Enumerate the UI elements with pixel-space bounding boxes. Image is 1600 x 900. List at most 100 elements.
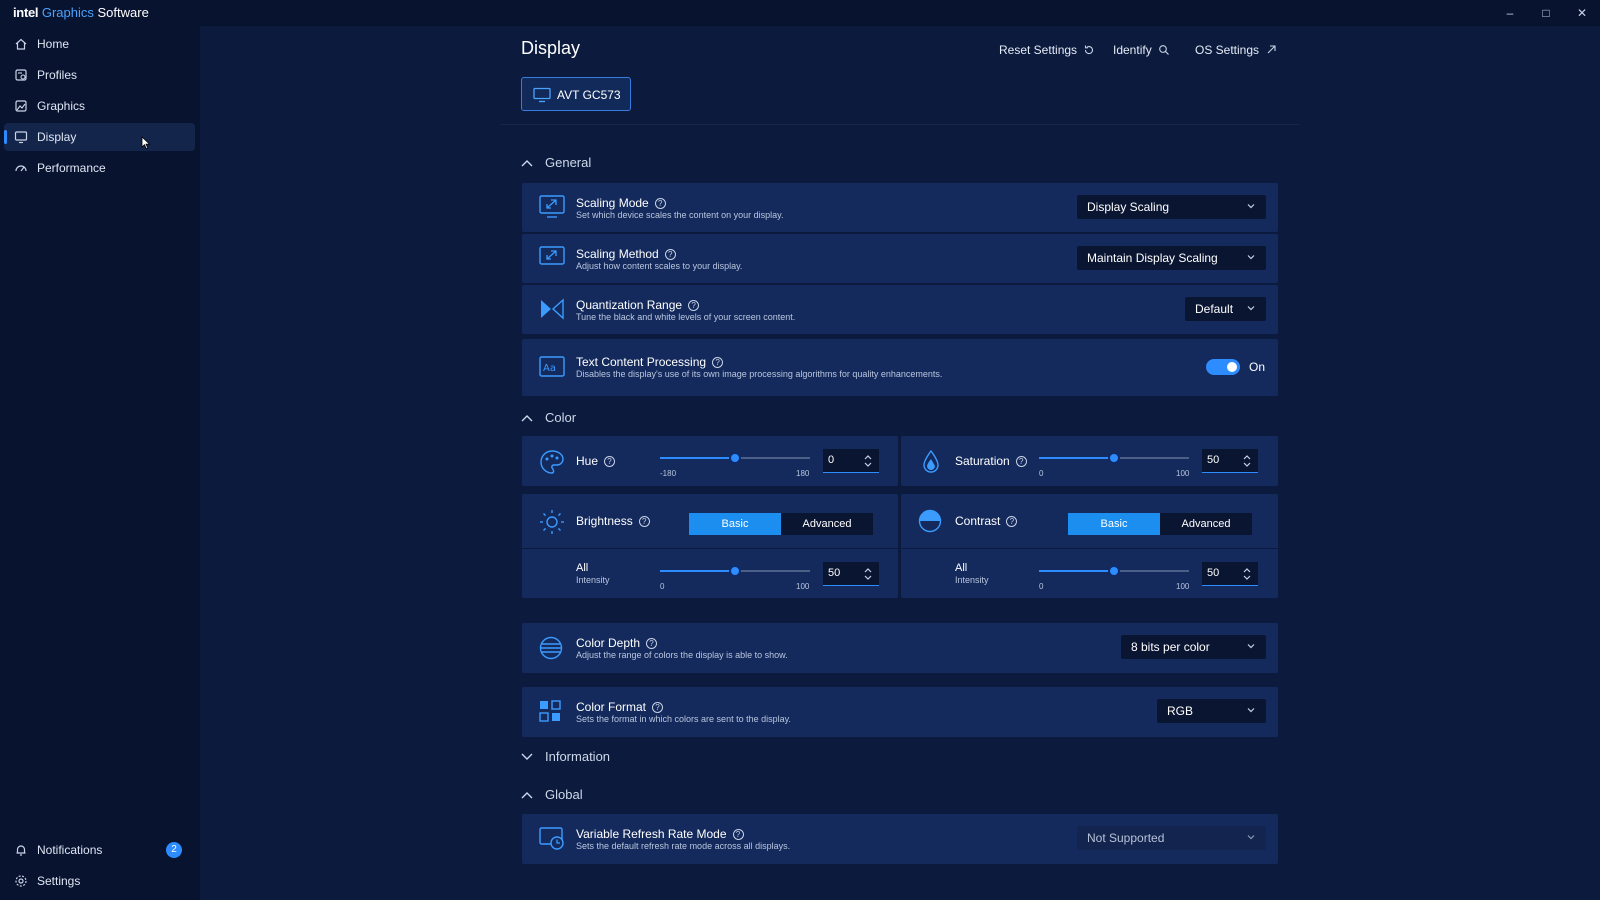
sidebar-item-graphics[interactable]: Graphics (4, 92, 195, 120)
help-icon[interactable]: ? (654, 197, 666, 209)
saturation-value-input[interactable]: 50 (1202, 449, 1258, 473)
scaling-mode-title: Scaling Mode? (576, 196, 666, 210)
saturation-title-text: Saturation (955, 454, 1010, 468)
help-icon[interactable]: ? (712, 356, 724, 368)
scaling-method-title-text: Scaling Method (576, 247, 659, 261)
text-processing-title-text: Text Content Processing (576, 355, 707, 369)
color-format-title: Color Format? (576, 700, 664, 714)
contrast-title: Contrast? (955, 514, 1018, 528)
contrast-basic-button[interactable]: Basic (1068, 513, 1160, 535)
monitor-selector-button[interactable]: AVT GC573 (521, 77, 631, 111)
performance-icon (15, 165, 27, 172)
section-color-label: Color (545, 410, 577, 425)
text-processing-toggle[interactable] (1206, 359, 1240, 375)
scaling-method-desc: Adjust how content scales to your displa… (576, 261, 743, 271)
search-icon (1158, 45, 1169, 55)
up-down-arrows-icon[interactable] (863, 566, 873, 582)
saturation-value: 50 (1207, 454, 1220, 466)
contrast-slider[interactable] (1039, 562, 1189, 582)
brightness-title: Brightness? (576, 514, 650, 528)
section-information-label: Information (545, 749, 611, 764)
up-down-arrows-icon[interactable] (1242, 453, 1252, 469)
contrast-mode-toggle: Basic Advanced (1068, 513, 1252, 535)
sidebar-item-home[interactable]: Home (4, 30, 195, 58)
sidebar-item-display[interactable]: Display (4, 123, 195, 151)
app-brand: intel Graphics Software (13, 5, 149, 20)
slider-thumb[interactable] (729, 452, 741, 464)
saturation-slider[interactable] (1039, 449, 1189, 469)
section-information-toggle[interactable]: Information (521, 749, 610, 764)
color-depth-title: Color Depth? (576, 636, 658, 650)
identify-button[interactable]: Identify (1113, 43, 1170, 57)
hue-value-input[interactable]: 0 (823, 449, 879, 473)
brightness-slider[interactable] (660, 562, 810, 582)
help-icon[interactable]: ? (1006, 515, 1018, 527)
help-icon[interactable]: ? (688, 299, 700, 311)
sidebar-item-notifications[interactable]: Notifications 2 (4, 836, 195, 864)
help-icon[interactable]: ? (646, 637, 658, 649)
section-general-toggle[interactable]: General (521, 155, 591, 170)
brightness-basic-button[interactable]: Basic (689, 513, 781, 535)
section-color-toggle[interactable]: Color (521, 410, 576, 425)
sidebar-item-label: Settings (37, 874, 81, 888)
contrast-advanced-button[interactable]: Advanced (1160, 513, 1252, 535)
section-general-label: General (545, 155, 592, 170)
scaling-mode-dropdown[interactable]: Display Scaling (1077, 195, 1266, 219)
os-settings-button[interactable]: OS Settings (1195, 43, 1277, 57)
help-icon[interactable]: ? (604, 455, 616, 467)
saturation-max: 100 (1176, 469, 1190, 478)
section-global-toggle[interactable]: Global (521, 787, 583, 802)
up-down-arrows-icon[interactable] (863, 453, 873, 469)
sidebar-item-performance[interactable]: Performance (4, 154, 195, 182)
minimize-button[interactable]: – (1500, 4, 1520, 22)
vrr-desc: Sets the default refresh rate mode acros… (576, 841, 791, 851)
contrast-value-input[interactable]: 50 (1202, 562, 1258, 586)
color-format-dropdown[interactable]: RGB (1157, 699, 1266, 723)
hue-slider[interactable] (660, 449, 810, 469)
section-global-label: Global (545, 787, 583, 802)
sidebar-item-profiles[interactable]: Profiles (4, 61, 195, 89)
reset-settings-button[interactable]: Reset Settings (999, 43, 1095, 57)
brightness-value-input[interactable]: 50 (823, 562, 879, 586)
help-icon[interactable]: ? (652, 701, 664, 713)
slider-thumb[interactable] (729, 565, 741, 577)
color-depth-card: Color Depth? Adjust the range of colors … (522, 623, 1278, 673)
sidebar-item-label: Graphics (37, 99, 86, 113)
saturation-card: Saturation? 0 100 50 (901, 436, 1278, 486)
svg-text:Aa: Aa (543, 363, 556, 374)
chevron-up-icon (521, 791, 533, 798)
contrast-max: 100 (1176, 582, 1190, 591)
profiles-icon (15, 69, 27, 81)
up-down-arrows-icon[interactable] (1242, 566, 1252, 582)
brightness-advanced-button[interactable]: Advanced (781, 513, 873, 535)
scaling-method-icon (539, 246, 565, 265)
help-icon[interactable]: ? (732, 828, 744, 840)
color-format-icon (539, 700, 561, 722)
sidebar-item-label: Home (37, 37, 70, 51)
bell-icon (16, 845, 26, 856)
vrr-value: Not Supported (1087, 831, 1165, 845)
color-depth-dropdown[interactable]: 8 bits per color (1121, 635, 1266, 659)
scaling-method-card: Scaling Method? Adjust how content scale… (522, 234, 1278, 283)
page-title: Display (521, 38, 581, 58)
help-icon[interactable]: ? (1015, 455, 1027, 467)
sidebar-item-settings[interactable]: Settings (4, 867, 195, 895)
contrast-intensity-label: Intensity (955, 575, 989, 585)
slider-thumb[interactable] (1108, 452, 1120, 464)
reset-icon (1084, 45, 1094, 55)
contrast-icon (918, 509, 942, 533)
vrr-dropdown[interactable]: Not Supported (1077, 826, 1266, 850)
scaling-method-dropdown[interactable]: Maintain Display Scaling (1077, 246, 1266, 270)
quantization-dropdown[interactable]: Default (1185, 297, 1266, 321)
help-icon[interactable]: ? (638, 515, 650, 527)
brightness-max: 100 (796, 582, 810, 591)
text-content-icon: Aa (539, 356, 565, 377)
hue-card: Hue? -180 180 0 (522, 436, 898, 486)
maximize-button[interactable]: □ (1536, 4, 1556, 22)
slider-thumb[interactable] (1108, 565, 1120, 577)
help-icon[interactable]: ? (664, 248, 676, 260)
palette-icon (540, 450, 564, 474)
monitor-name: AVT GC573 (557, 88, 621, 102)
brightness-mode-toggle: Basic Advanced (689, 513, 873, 535)
close-button[interactable]: ✕ (1572, 4, 1592, 22)
